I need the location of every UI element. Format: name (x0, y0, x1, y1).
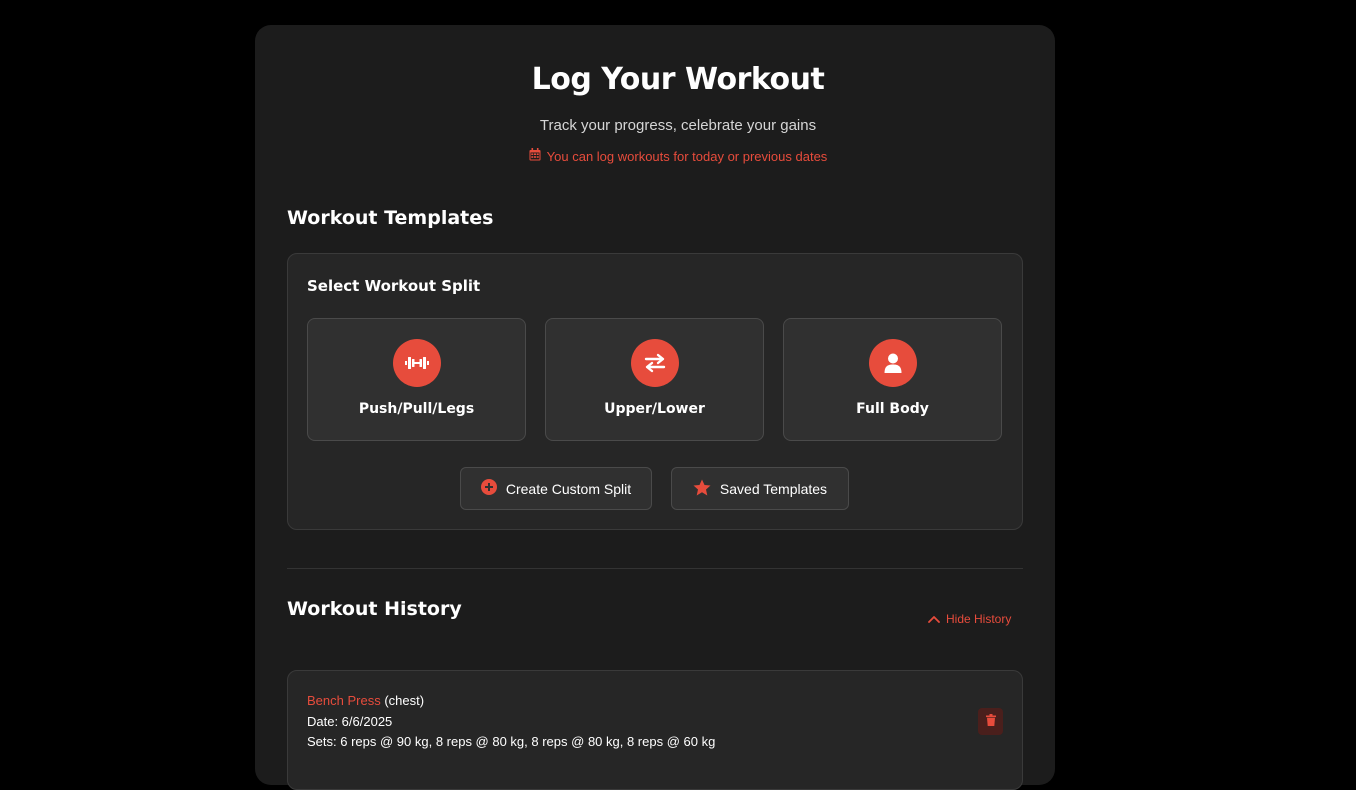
templates-box: Select Workout Split Push/Pull/Legs Uppe… (287, 253, 1023, 530)
exercise-name: Bench Press (307, 693, 381, 708)
calendar-icon (529, 148, 541, 164)
split-card-upper-lower[interactable]: Upper/Lower (545, 318, 764, 441)
hide-history-button[interactable]: Hide History (928, 612, 1011, 626)
split-card-push-pull-legs[interactable]: Push/Pull/Legs (307, 318, 526, 441)
history-section-title: Workout History (287, 598, 462, 620)
section-divider (287, 568, 1023, 569)
page-title: Log Your Workout (531, 62, 825, 97)
templates-section-title: Workout Templates (287, 207, 494, 229)
history-entry-sets: Sets: 6 reps @ 90 kg, 8 reps @ 80 kg, 8 … (307, 734, 716, 749)
split-label: Upper/Lower (604, 401, 705, 417)
saved-templates-label: Saved Templates (719, 480, 828, 497)
split-card-full-body[interactable]: Full Body (783, 318, 1002, 441)
create-custom-split-button[interactable]: Create Custom Split (460, 467, 652, 510)
trash-icon (985, 713, 996, 731)
plus-circle-icon (480, 479, 497, 498)
split-label: Full Body (856, 401, 929, 417)
date-notice: You can log workouts for today or previo… (0, 148, 1356, 164)
hide-history-label: Hide History (946, 612, 1012, 626)
swap-arrows-icon (630, 339, 679, 387)
history-entry-date: Date: 6/6/2025 (307, 714, 393, 729)
split-label: Push/Pull/Legs (358, 401, 475, 417)
saved-templates-button[interactable]: Saved Templates (671, 467, 849, 510)
select-split-title: Select Workout Split (307, 277, 481, 295)
muscle-group: (chest) (384, 693, 425, 708)
history-entry-exercise-line: Bench Press (chest) (307, 693, 424, 708)
page-subtitle: Track your progress, celebrate your gain… (539, 117, 817, 134)
delete-entry-button[interactable] (978, 708, 1003, 735)
date-notice-text: You can log workouts for today or previo… (546, 148, 828, 164)
chevron-up-icon (928, 612, 940, 626)
star-icon (693, 479, 711, 499)
history-entry: Bench Press (chest) Date: 6/6/2025 Sets:… (287, 670, 1023, 790)
dumbbell-icon (392, 339, 441, 387)
user-icon (868, 339, 917, 387)
create-custom-split-label: Create Custom Split (505, 480, 632, 497)
